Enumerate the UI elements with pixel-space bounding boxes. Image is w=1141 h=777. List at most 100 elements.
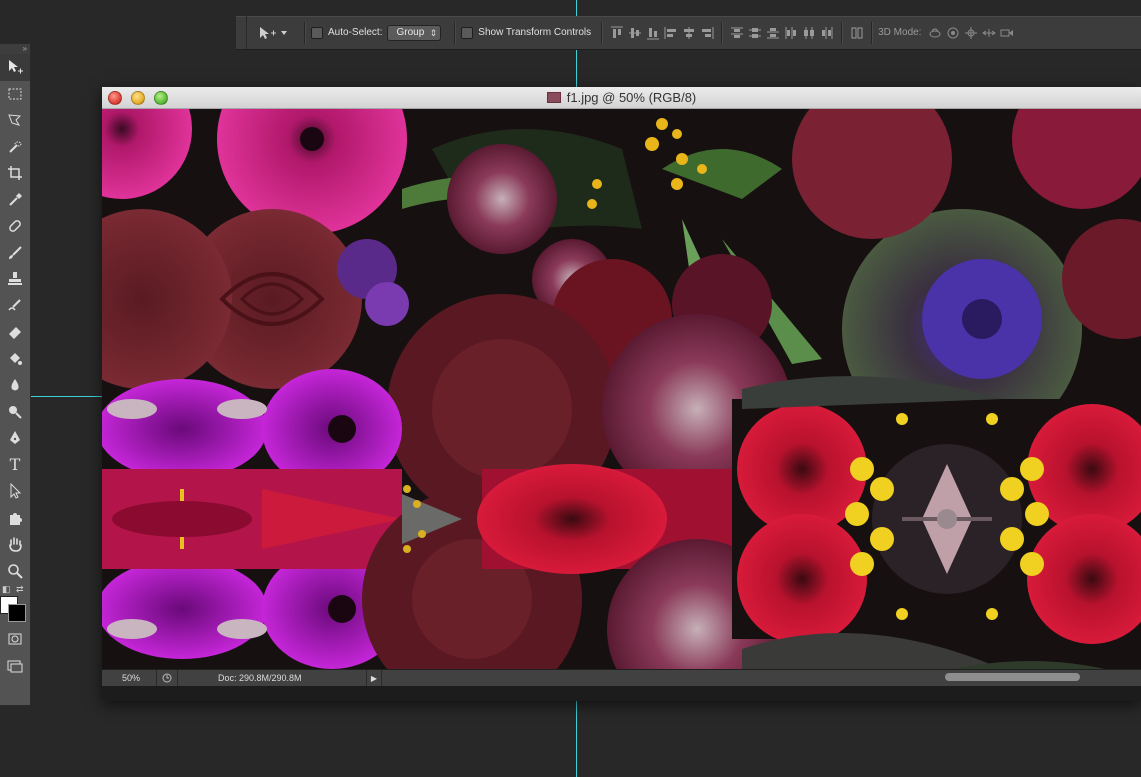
- quick-selection-icon: [9, 141, 22, 153]
- separator: [304, 21, 306, 44]
- dodge-icon: [9, 405, 22, 419]
- timeline-icon[interactable]: [157, 670, 178, 686]
- screen-mode-button[interactable]: [0, 653, 30, 680]
- distribute-right-icon[interactable]: [818, 24, 836, 42]
- quick-mask-icon: [8, 633, 22, 645]
- eraser-icon: [9, 327, 21, 340]
- auto-select-checkbox[interactable]: [311, 26, 323, 39]
- show-transform-checkbox[interactable]: [461, 26, 474, 39]
- puzzle-shape-icon: [10, 512, 22, 525]
- separator: [454, 21, 457, 44]
- separator: [721, 21, 724, 44]
- screen-mode-icon: [7, 660, 23, 673]
- window-controls: [108, 91, 168, 105]
- status-bar: 50% Doc: 290.8M/290.8M ▶: [102, 669, 1141, 686]
- move-icon: [9, 60, 23, 74]
- 3d-pan-icon[interactable]: [962, 24, 980, 42]
- distribute-hcenter-icon[interactable]: [800, 24, 818, 42]
- status-menu-arrow[interactable]: ▶: [366, 670, 382, 686]
- brush-tool[interactable]: [0, 240, 30, 267]
- move-tool[interactable]: [0, 54, 30, 81]
- eyedropper-tool[interactable]: [0, 187, 30, 214]
- stamp-icon: [8, 272, 22, 286]
- paint-bucket-icon: [10, 352, 22, 365]
- quick-selection-tool[interactable]: [0, 134, 30, 161]
- document-title: f1.jpg @ 50% (RGB/8): [546, 90, 697, 105]
- brush-icon: [9, 246, 22, 259]
- align-left-icon[interactable]: [662, 24, 680, 42]
- rectangular-marquee-tool[interactable]: [0, 81, 30, 108]
- distribute-vcenter-icon[interactable]: [746, 24, 764, 42]
- minimize-button[interactable]: [131, 91, 145, 105]
- document-title-text: f1.jpg @ 50% (RGB/8): [566, 90, 697, 105]
- tools-panel: » T ◧ ⇄: [0, 43, 31, 706]
- swap-colors-icon[interactable]: ⇄: [16, 584, 24, 595]
- crop-icon: [8, 166, 22, 181]
- image-canvas[interactable]: 50% Doc: 290.8M/290.8M ▶: [102, 109, 1141, 686]
- blur-tool[interactable]: [0, 372, 30, 399]
- align-bottom-icon[interactable]: [644, 24, 662, 42]
- lasso-icon: [8, 114, 22, 127]
- chevron-down-icon: [281, 30, 287, 35]
- type-icon: T: [9, 455, 21, 475]
- path-selection-icon: [10, 483, 22, 499]
- quick-mask-button[interactable]: [0, 626, 30, 653]
- marquee-icon: [8, 88, 22, 100]
- horizontal-scrollbar-thumb[interactable]: [945, 673, 1080, 681]
- zoom-level[interactable]: 50%: [102, 670, 157, 686]
- floral-kaleidoscope-image: [102, 109, 1141, 686]
- align-hcenter-icon[interactable]: [680, 24, 698, 42]
- type-tool[interactable]: T: [0, 452, 30, 479]
- clone-stamp-tool[interactable]: [0, 266, 30, 293]
- magnifier-icon: [8, 563, 23, 579]
- droplet-icon: [11, 379, 19, 391]
- spot-healing-brush-tool[interactable]: [0, 213, 30, 240]
- zoom-button[interactable]: [154, 91, 168, 105]
- 3d-slide-icon[interactable]: [980, 24, 998, 42]
- align-right-icon[interactable]: [698, 24, 716, 42]
- options-bar-grip[interactable]: [236, 16, 247, 49]
- document-titlebar[interactable]: f1.jpg @ 50% (RGB/8): [102, 87, 1141, 109]
- auto-select-dropdown[interactable]: Group: [387, 24, 442, 41]
- eyedropper-icon: [9, 192, 22, 206]
- align-top-icon[interactable]: [608, 24, 626, 42]
- mode-3d-label: 3D Mode:: [878, 27, 922, 38]
- hand-icon: [9, 537, 22, 553]
- distribute-bottom-icon[interactable]: [764, 24, 782, 42]
- history-brush-tool[interactable]: [0, 293, 30, 320]
- 3d-roll-icon[interactable]: [944, 24, 962, 42]
- path-selection-tool[interactable]: [0, 478, 30, 505]
- separator: [871, 21, 874, 44]
- paint-bucket-tool[interactable]: [0, 346, 30, 373]
- 3d-scale-icon[interactable]: [998, 24, 1016, 42]
- close-button[interactable]: [108, 91, 122, 105]
- distribute-left-icon[interactable]: [782, 24, 800, 42]
- document-window: f1.jpg @ 50% (RGB/8) 50% Doc: 290.8M/290…: [102, 87, 1141, 701]
- custom-shape-tool[interactable]: [0, 505, 30, 532]
- align-vcenter-icon[interactable]: [626, 24, 644, 42]
- document-size: Doc: 290.8M/290.8M: [218, 673, 302, 683]
- separator: [841, 21, 844, 44]
- separator: [601, 21, 604, 44]
- tool-preset-picker[interactable]: [257, 25, 293, 41]
- hand-tool[interactable]: [0, 531, 30, 558]
- distribute-top-icon[interactable]: [728, 24, 746, 42]
- lasso-tool[interactable]: [0, 107, 30, 134]
- eraser-tool[interactable]: [0, 319, 30, 346]
- options-bar: Auto-Select: Group Show Transform Contro…: [236, 16, 1141, 50]
- auto-select-label: Auto-Select:: [328, 27, 383, 38]
- color-swatches: ◧ ⇄: [0, 584, 30, 626]
- background-color-swatch[interactable]: [8, 604, 26, 622]
- dodge-tool[interactable]: [0, 399, 30, 426]
- crop-tool[interactable]: [0, 160, 30, 187]
- bandage-icon: [9, 220, 21, 233]
- document-icon: [546, 92, 561, 103]
- 3d-rotate-icon[interactable]: [926, 24, 944, 42]
- tools-panel-collapse[interactable]: »: [0, 44, 30, 54]
- horizontal-guide[interactable]: [30, 396, 102, 397]
- auto-align-layers-icon[interactable]: [848, 24, 866, 42]
- pen-tool[interactable]: [0, 425, 30, 452]
- zoom-tool[interactable]: [0, 558, 30, 585]
- default-colors-icon[interactable]: ◧: [2, 584, 11, 595]
- history-brush-icon: [8, 299, 21, 311]
